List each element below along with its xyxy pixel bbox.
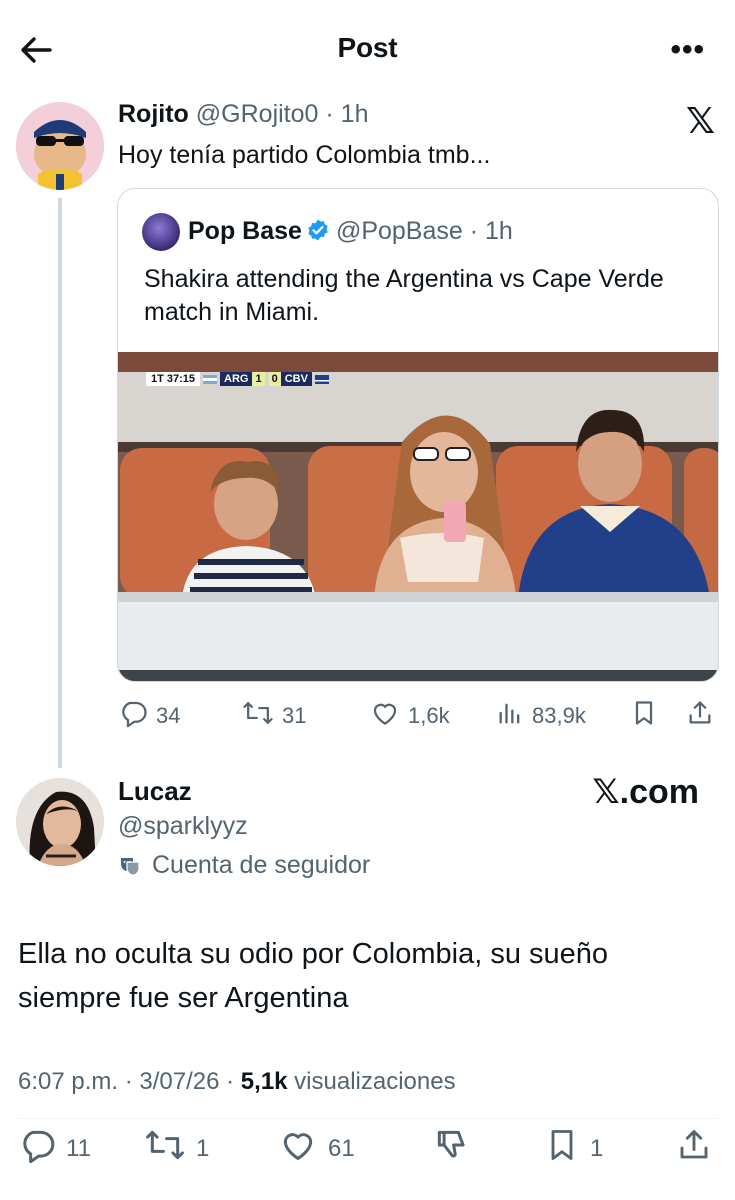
- reply-icon: [118, 698, 156, 734]
- quoted-post-stats: 34 31 1,6k 83,9k: [118, 698, 720, 732]
- repost-icon: [144, 1126, 196, 1171]
- cape-verde-flag-icon: [314, 374, 329, 384]
- scoreboard-overlay: 1T 37:15 ARG 1 0 CBV: [146, 371, 329, 387]
- share-icon: [676, 1126, 722, 1171]
- like-button[interactable]: 61: [278, 1126, 355, 1171]
- masks-icon: [118, 854, 142, 878]
- quoted-post-time: · 1h: [469, 217, 513, 245]
- quoting-post-text: Hoy tenía partido Colombia tmb...: [118, 141, 491, 169]
- heart-icon: [278, 1126, 328, 1171]
- bookmark-icon: [630, 698, 666, 734]
- quoted-post-photo[interactable]: 1T 37:15 ARG 1 0 CBV: [118, 352, 718, 681]
- quoted-author-handle: @PopBase: [335, 217, 463, 245]
- views-label: visualizaciones: [287, 1068, 456, 1095]
- verified-badge-icon: [306, 218, 330, 242]
- bookmark-icon: [544, 1126, 590, 1171]
- like-count: 61: [328, 1134, 355, 1162]
- page-title: Post: [337, 32, 398, 63]
- top-bar: Post •••: [0, 0, 735, 100]
- avatar-rojito[interactable]: [16, 102, 104, 190]
- views-count: 5,1k: [240, 1068, 288, 1095]
- reply-count: 11: [66, 1134, 91, 1162]
- reply-button[interactable]: 11: [18, 1126, 91, 1171]
- repost-icon: [242, 698, 282, 734]
- like-count: 1,6k: [408, 703, 450, 728]
- bookmark-stat[interactable]: [630, 698, 666, 734]
- home-score: 1: [252, 372, 265, 386]
- thread-line: [58, 198, 62, 768]
- argentina-flag-icon: [203, 374, 218, 384]
- author-handle[interactable]: @sparklyyz: [118, 812, 248, 841]
- popbase-avatar: [142, 213, 180, 251]
- share-stat[interactable]: [686, 698, 722, 734]
- post-time: · 1h: [325, 100, 369, 128]
- repost-button[interactable]: 1: [144, 1126, 209, 1171]
- bookmark-button[interactable]: 1: [544, 1126, 603, 1171]
- reply-stat[interactable]: 34: [118, 698, 180, 734]
- views-count: 83,9k: [532, 703, 586, 728]
- share-button[interactable]: [676, 1126, 722, 1171]
- repost-count: 1: [196, 1134, 210, 1162]
- more-options-icon[interactable]: •••: [670, 35, 705, 65]
- share-icon: [686, 698, 722, 734]
- post-timestamp[interactable]: 6:07 p.m. · 3/07/26 ·: [18, 1068, 241, 1095]
- author-handle[interactable]: @GRojito0: [196, 100, 319, 128]
- repost-count: 31: [282, 703, 307, 728]
- views-stat[interactable]: 83,9k: [496, 698, 586, 734]
- quoted-post-text: Shakira attending the Argentina vs Cape …: [144, 265, 664, 326]
- thumbs-down-icon: [432, 1126, 482, 1171]
- bookmark-count: 1: [590, 1134, 604, 1162]
- author-name[interactable]: Rojito: [118, 100, 189, 128]
- reply-count: 34: [156, 703, 181, 728]
- quoted-author-name: Pop Base: [188, 217, 302, 245]
- quoted-post-header: Pop Base @PopBase · 1h: [188, 217, 513, 246]
- away-team: CBV: [280, 372, 312, 386]
- post-action-bar: 11 1 61 1: [0, 1126, 735, 1166]
- account-label-text: Cuenta de seguidor: [152, 851, 371, 879]
- quoting-post-header: Rojito @GRojito0 · 1h: [118, 100, 368, 129]
- repost-stat[interactable]: 31: [242, 698, 306, 734]
- match-clock: 1T 37:15: [146, 372, 201, 386]
- post-metadata: 6:07 p.m. · 3/07/26 · 5,1k visualizacion…: [18, 1068, 456, 1096]
- reply-icon: [18, 1126, 66, 1171]
- x-logo-icon: 𝕏: [685, 100, 715, 141]
- account-label: Cuenta de seguidor: [118, 851, 370, 880]
- like-stat[interactable]: 1,6k: [370, 698, 450, 734]
- away-score: 0: [268, 372, 281, 386]
- dislike-button[interactable]: [432, 1126, 482, 1171]
- divider: [18, 1118, 718, 1119]
- post-text: Ella no oculta su odio por Colombia, su …: [18, 938, 609, 1014]
- quoted-post-card[interactable]: Pop Base @PopBase · 1h Shakira attending …: [117, 188, 719, 682]
- avatar-lucaz[interactable]: [16, 778, 104, 866]
- x-com-watermark: 𝕏.com: [592, 773, 699, 811]
- home-team: ARG: [220, 372, 253, 386]
- heart-icon: [370, 698, 408, 734]
- views-icon: [496, 698, 532, 734]
- author-name[interactable]: Lucaz: [118, 776, 192, 807]
